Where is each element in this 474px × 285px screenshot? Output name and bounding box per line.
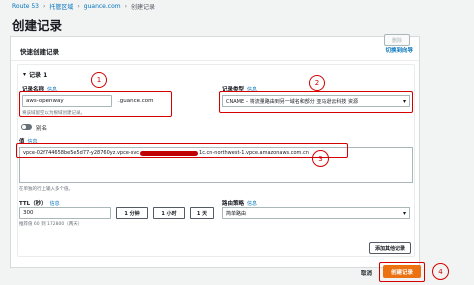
annotation-marker-1: 1 [91,72,107,88]
ttl-label: TTL（秒） 信息 [19,199,60,207]
routing-policy-select[interactable]: 简单路由 ▾ [222,207,410,219]
annotation-box-1 [19,91,172,117]
annotation-marker-3: 3 [312,150,329,167]
breadcrumb-current: 创建记录 [131,3,156,11]
breadcrumb-hosted-zones[interactable]: 托管区域 [49,2,73,11]
annotation-box-2 [219,91,413,113]
record-header-label: 记录 1 [29,72,48,79]
breadcrumb: Route 53 › 托管区域 › guance.com › 创建记录 [12,1,155,11]
annotation-box-4 [379,262,425,282]
breadcrumb-zone[interactable]: guance.com [84,3,121,10]
ttl-1-hour-button[interactable]: 1 小时 [153,207,185,219]
switch-to-wizard-link[interactable]: 切换到向导 [385,46,413,54]
alias-toggle[interactable] [21,124,32,130]
value-hint: 在单独的行上输入多个值。 [19,187,73,192]
annotation-marker-4: 4 [432,263,449,280]
chevron-right-icon: › [42,2,46,10]
chevron-right-icon: › [124,2,128,10]
ttl-1-day-button[interactable]: 1 天 [190,207,214,219]
caret-down-icon[interactable]: ▾ [23,71,26,78]
annotation-box-3 [16,143,348,158]
routing-policy-value: 简单路由 [226,210,247,217]
card-title: 快速创建记录 [20,48,59,56]
ttl-input[interactable]: 300 [19,207,111,219]
alias-label: 别名 [36,126,48,132]
add-another-record-button[interactable]: 添加其他记录 [369,242,411,254]
record-header: ▾ 记录 1 [23,70,47,79]
annotation-marker-2: 2 [309,75,325,91]
ttl-hint: 推荐值 60 到 172800（两天） [19,222,83,227]
ttl-1-minute-button[interactable]: 1 分钟 [116,207,148,219]
page-title: 创建记录 [12,18,63,33]
caret-down-icon: ▾ [402,209,406,217]
routing-policy-label: 路由策略 信息 [222,199,257,207]
breadcrumb-route53[interactable]: Route 53 [12,3,39,10]
delete-button[interactable]: 删除 [384,34,410,46]
cancel-button[interactable]: 取消 [361,269,372,277]
chevron-right-icon: › [77,2,80,10]
card-header [11,37,419,61]
